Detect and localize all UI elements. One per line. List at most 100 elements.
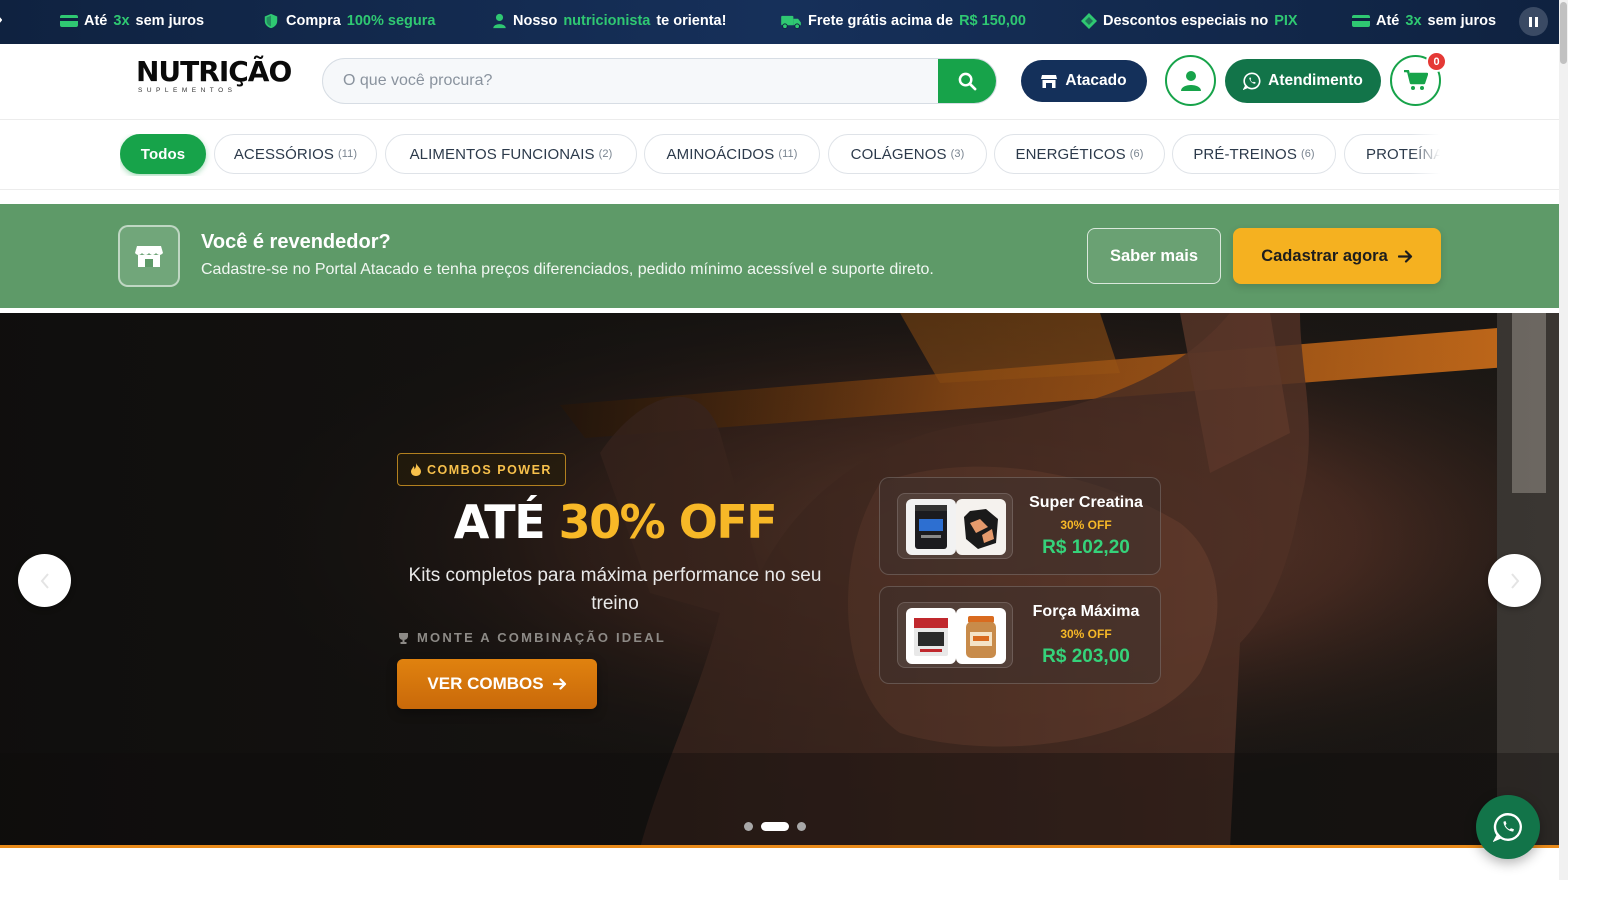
cadastrar-label: Cadastrar agora bbox=[1261, 246, 1388, 265]
category-fade bbox=[1410, 134, 1440, 176]
whatsapp-icon bbox=[1243, 72, 1261, 90]
category-chip-energeticos[interactable]: ENERGÉTICOS (6) bbox=[994, 134, 1165, 174]
product-image-gloves bbox=[956, 499, 1006, 555]
reseller-banner: Você é revendedor? Cadastre-se no Portal… bbox=[0, 204, 1559, 308]
ver-combos-button[interactable]: VER COMBOS bbox=[397, 659, 597, 709]
atendimento-label: Atendimento bbox=[1268, 72, 1363, 89]
combo-discount: 30% OFF bbox=[1060, 627, 1112, 641]
search-icon bbox=[958, 72, 976, 90]
combo-name: Força Máxima bbox=[1032, 603, 1140, 620]
combo-price: R$ 203,00 bbox=[1042, 646, 1130, 667]
ticker-item-installments-repeat: Até 3x sem juros bbox=[1352, 13, 1496, 29]
ticker-text-pre: Compra bbox=[286, 13, 341, 29]
product-image-peanut-butter bbox=[956, 608, 1006, 664]
card-icon bbox=[1352, 15, 1370, 27]
pix-icon bbox=[1081, 13, 1097, 29]
category-chip-pre-treinos[interactable]: PRÉ-TREINOS (6) bbox=[1172, 134, 1336, 174]
cadastrar-agora-button[interactable]: Cadastrar agora bbox=[1233, 228, 1441, 284]
ticker-fragment bbox=[0, 13, 2, 27]
combo-card-forca-maxima[interactable]: Força Máxima 30% OFF R$ 203,00 bbox=[879, 586, 1161, 684]
ticker-item-nutritionist: Nosso nutricionista te orienta! bbox=[492, 13, 726, 29]
store-icon bbox=[135, 246, 163, 267]
category-chip-colagenos[interactable]: COLÁGENOS (3) bbox=[828, 134, 987, 174]
search-bar bbox=[322, 58, 997, 104]
category-chip-aminoacidos[interactable]: AMINOÁCIDOS (11) bbox=[644, 134, 820, 174]
carousel-dot-active[interactable] bbox=[761, 821, 789, 831]
reseller-title: Você é revendedor? bbox=[201, 231, 391, 253]
nutritionist-icon bbox=[493, 13, 506, 29]
product-image-creatine-tub bbox=[906, 499, 956, 555]
category-count: (11) bbox=[338, 148, 358, 160]
cart-button[interactable]: 0 bbox=[1390, 51, 1447, 106]
ticker-text-pre: Até bbox=[84, 13, 108, 29]
pause-icon-bar bbox=[1535, 16, 1538, 27]
category-count: (6) bbox=[1129, 148, 1144, 160]
category-label: PRÉ-TREINOS bbox=[1193, 145, 1297, 163]
logo-text: NUTRIÇÃO bbox=[136, 55, 292, 88]
pause-icon-bar bbox=[1529, 16, 1532, 27]
carousel-dot[interactable] bbox=[744, 821, 753, 831]
category-count: (2) bbox=[598, 148, 613, 160]
carousel-dot[interactable] bbox=[797, 821, 806, 831]
category-label: AMINOÁCIDOS bbox=[666, 145, 775, 163]
carousel-next-button[interactable] bbox=[1488, 554, 1541, 607]
category-chip-alimentos-funcionais[interactable]: ALIMENTOS FUNCIONAIS (2) bbox=[385, 134, 637, 174]
account-button[interactable] bbox=[1165, 55, 1216, 106]
hero-title: ATÉ 30% OFF bbox=[397, 495, 833, 549]
store-logo[interactable]: NUTRIÇÃO SUPLEMENTOS bbox=[136, 58, 292, 100]
hero-accent-line bbox=[0, 845, 1559, 848]
trophy-icon bbox=[399, 632, 408, 644]
hero-carousel: COMBOS POWER ATÉ 30% OFF Kits completos … bbox=[0, 313, 1559, 848]
supplement-box-illustration bbox=[914, 618, 948, 656]
carousel-pagination bbox=[744, 821, 806, 831]
truck-icon bbox=[781, 15, 801, 29]
promo-ticker: Até 3x sem juros Compra 100% segura Noss… bbox=[0, 0, 1559, 44]
category-chip-todos[interactable]: Todos bbox=[120, 134, 206, 174]
whatsapp-float-button[interactable] bbox=[1476, 795, 1540, 859]
combo-thumbnails bbox=[897, 602, 1013, 668]
atacado-button[interactable]: Atacado bbox=[1021, 60, 1147, 102]
combo-price: R$ 102,20 bbox=[1042, 537, 1130, 558]
ticker-highlight: nutricionista bbox=[563, 13, 651, 29]
category-scroller[interactable]: Todos ACESSÓRIOS (11) ALIMENTOS FUNCIONAI… bbox=[120, 134, 1440, 176]
combo-name: Super Creatina bbox=[1029, 494, 1143, 511]
category-label: ALIMENTOS FUNCIONAIS bbox=[409, 145, 595, 163]
ticker-highlight: 100% segura bbox=[346, 13, 436, 29]
category-count: (6) bbox=[1300, 148, 1315, 160]
hero-hint: MONTE A COMBINAÇÃO IDEAL bbox=[397, 630, 666, 645]
category-count: (3) bbox=[950, 148, 965, 160]
combo-card-super-creatina[interactable]: Super Creatina 30% OFF R$ 102,20 bbox=[879, 477, 1161, 575]
cart-icon bbox=[1403, 70, 1428, 90]
ticker-text-pre: Nosso bbox=[513, 13, 558, 29]
ticker-item-secure: Compra 100% segura bbox=[262, 13, 435, 29]
shield-icon bbox=[264, 13, 278, 29]
search-input[interactable] bbox=[323, 59, 938, 103]
ticker-text-pre: Descontos especiais no bbox=[1103, 13, 1269, 29]
ticker-text-pre: Até bbox=[1376, 13, 1400, 29]
atendimento-button[interactable]: Atendimento bbox=[1225, 59, 1381, 103]
category-chip-acessorios[interactable]: ACESSÓRIOS (11) bbox=[214, 134, 377, 174]
category-nav: Todos ACESSÓRIOS (11) ALIMENTOS FUNCIONAI… bbox=[0, 121, 1559, 190]
category-label: ACESSÓRIOS bbox=[233, 145, 335, 163]
combo-discount: 30% OFF bbox=[1060, 518, 1112, 532]
store-icon bbox=[1041, 74, 1058, 88]
arrow-right-icon bbox=[1397, 249, 1412, 263]
ticker-pause-button[interactable] bbox=[1519, 7, 1548, 36]
ticker-highlight: R$ 150,00 bbox=[959, 13, 1026, 29]
carousel-prev-button[interactable] bbox=[18, 554, 71, 607]
ticker-item-installments: Até 3x sem juros bbox=[60, 13, 204, 29]
reseller-description: Cadastre-se no Portal Atacado e tenha pr… bbox=[201, 261, 934, 278]
ticker-fragment-icon bbox=[0, 17, 2, 23]
hint-label: MONTE A COMBINAÇÃO IDEAL bbox=[417, 630, 666, 645]
ticker-highlight: 3x bbox=[1405, 13, 1422, 29]
scrollbar-thumb[interactable] bbox=[1560, 2, 1567, 64]
saber-mais-button[interactable]: Saber mais bbox=[1087, 228, 1221, 284]
category-label: COLÁGENOS bbox=[850, 145, 947, 163]
hero-subtitle: Kits completos para máxima performance n… bbox=[408, 565, 822, 614]
search-button[interactable] bbox=[938, 59, 996, 103]
ticker-text-post: sem juros bbox=[1427, 13, 1497, 29]
cart-count-badge: 0 bbox=[1426, 51, 1447, 72]
page-scrollbar[interactable] bbox=[1559, 0, 1568, 880]
whatsapp-icon bbox=[1493, 813, 1522, 842]
ticker-item-shipping: Frete grátis acima de R$ 150,00 bbox=[781, 13, 1026, 29]
